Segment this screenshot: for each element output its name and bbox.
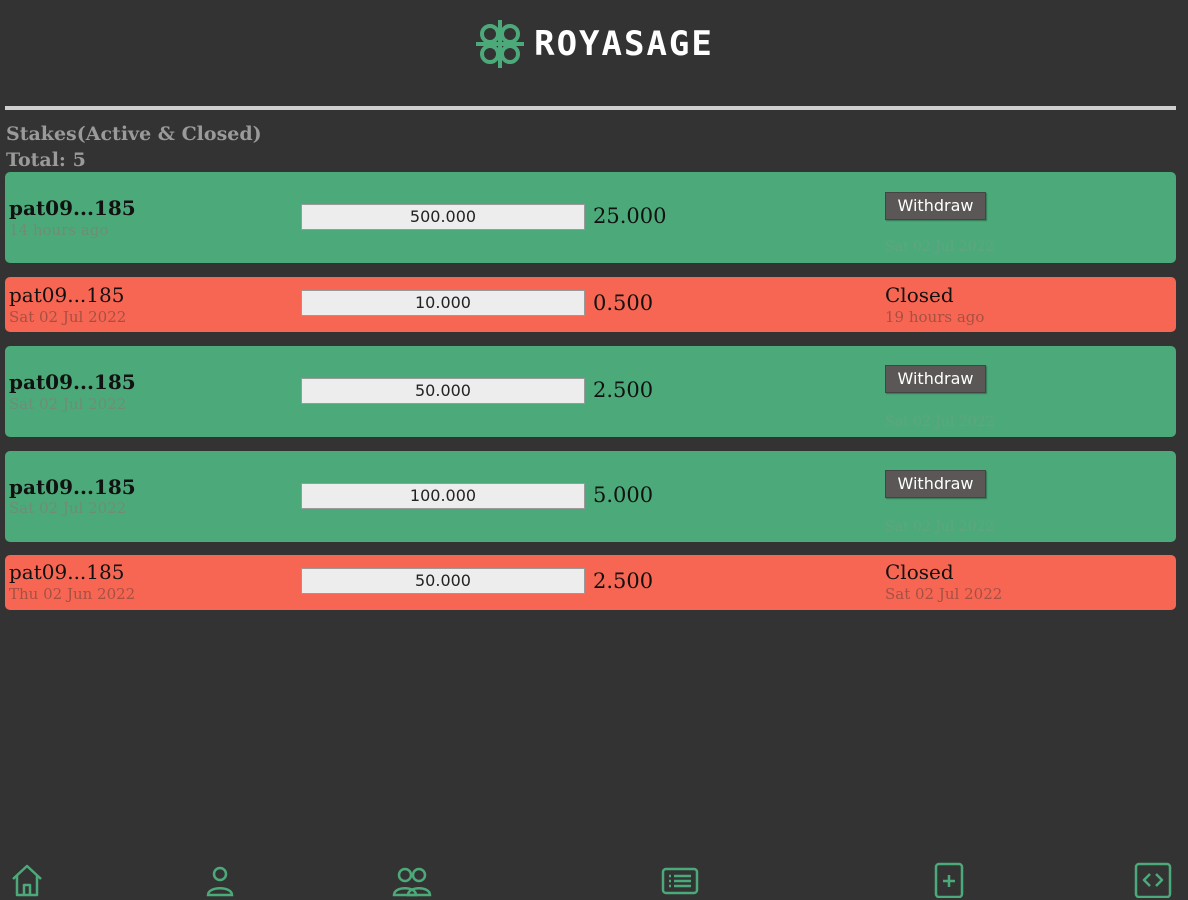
stake-closed-time: Sat 02 Jul 2022 — [885, 585, 1003, 603]
home-icon[interactable] — [10, 862, 44, 898]
stake-time: Thu 02 Jun 2022 — [9, 585, 136, 603]
withdraw-button[interactable]: Withdraw — [885, 470, 986, 498]
stake-row: pat09...185 Sat 02 Jul 2022 50.000 2.500… — [5, 346, 1176, 437]
stake-time: Sat 02 Jul 2022 — [9, 395, 127, 413]
stake-row: pat09...185 Sat 02 Jul 2022 10.000 0.500… — [5, 277, 1176, 332]
stake-reward: 5.000 — [593, 483, 654, 507]
add-stake-icon[interactable] — [932, 862, 966, 899]
stake-status: Closed — [885, 560, 954, 584]
profile-icon[interactable] — [203, 862, 237, 898]
list-icon[interactable] — [660, 862, 700, 898]
stake-reward: 0.500 — [593, 291, 654, 315]
stake-amount: 50.000 — [301, 568, 585, 594]
stake-closed-time: 19 hours ago — [885, 308, 985, 326]
team-icon[interactable] — [392, 862, 432, 898]
brand-emblem-icon — [476, 20, 525, 68]
header: ROYASAGE — [0, 0, 1188, 100]
stake-unlock-date: Sat 02 Jul 2022 — [885, 519, 995, 535]
stake-time: Sat 02 Jul 2022 — [9, 499, 127, 517]
stake-amount: 100.000 — [301, 483, 585, 509]
brand-name: ROYASAGE — [534, 24, 714, 64]
stake-address: pat09...185 — [9, 475, 136, 499]
stake-amount: 50.000 — [301, 378, 585, 404]
header-divider — [5, 106, 1176, 110]
stake-unlock-date: Sat 02 Jul 2022 — [885, 414, 995, 430]
stake-address: pat09...185 — [9, 283, 125, 307]
stake-time: Sat 02 Jul 2022 — [9, 308, 127, 326]
stake-unlock-date: Sat 02 Jul 2022 — [885, 239, 995, 255]
stakes-total: Total: 5 — [6, 149, 86, 171]
stake-status: Closed — [885, 283, 954, 307]
stake-address: pat09...185 — [9, 560, 125, 584]
stake-row: pat09...185 14 hours ago 500.000 25.000 … — [5, 172, 1176, 263]
stake-time: 14 hours ago — [9, 221, 109, 239]
stake-row: pat09...185 Thu 02 Jun 2022 50.000 2.500… — [5, 555, 1176, 610]
stake-address: pat09...185 — [9, 196, 136, 220]
section-title: Stakes(Active & Closed) — [6, 123, 262, 145]
stake-amount: 10.000 — [301, 290, 585, 316]
stake-row: pat09...185 Sat 02 Jul 2022 100.000 5.00… — [5, 451, 1176, 542]
withdraw-button[interactable]: Withdraw — [885, 365, 986, 393]
stake-reward: 2.500 — [593, 569, 654, 593]
stake-address: pat09...185 — [9, 370, 136, 394]
brand-logo[interactable]: ROYASAGE — [474, 18, 714, 70]
stake-amount: 500.000 — [301, 204, 585, 230]
stake-reward: 2.500 — [593, 378, 654, 402]
withdraw-button[interactable]: Withdraw — [885, 192, 986, 220]
section-heading: Stakes(Active & Closed) Total: 5 — [6, 121, 262, 173]
code-icon[interactable] — [1134, 862, 1172, 899]
staking-page: ROYASAGE Stakes(Active & Closed) Total: … — [0, 0, 1188, 900]
stake-reward: 25.000 — [593, 204, 667, 228]
